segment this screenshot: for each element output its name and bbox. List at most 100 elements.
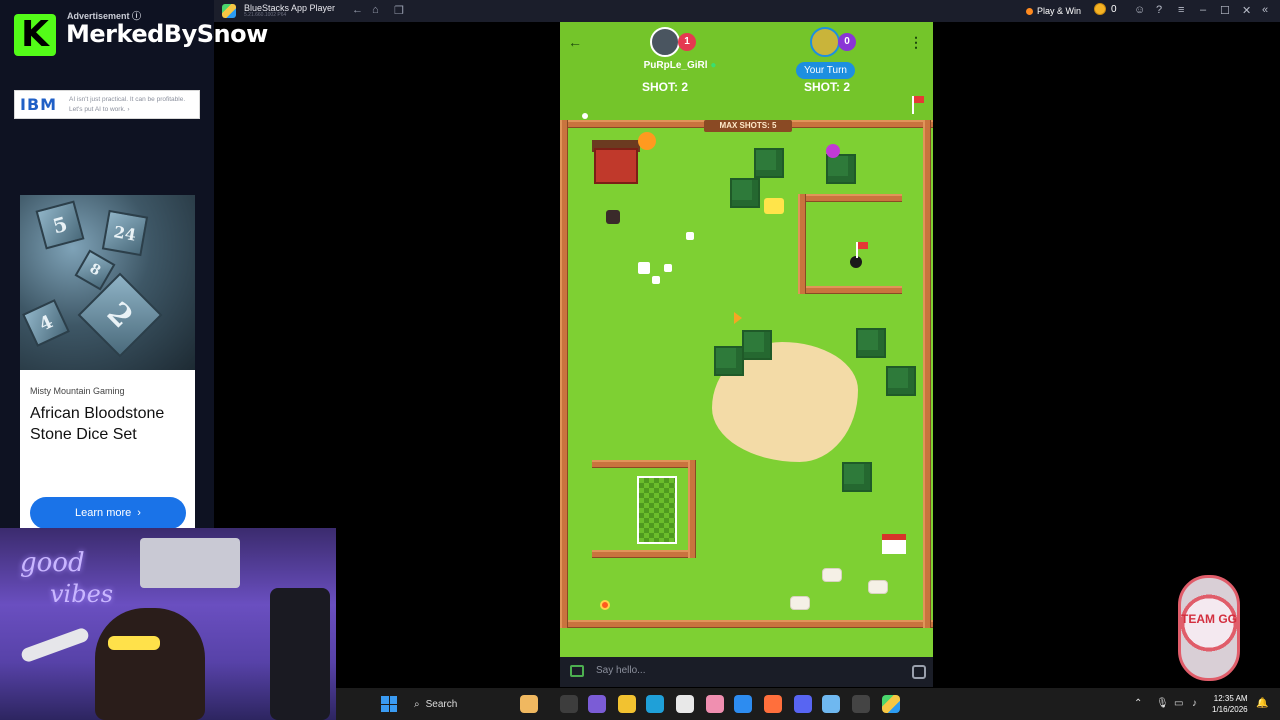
back-arrow-icon[interactable]: ← [568,34,586,52]
chevron-right-icon: › [137,507,141,519]
ad-brand: Misty Mountain Gaming [30,386,125,396]
dice-image: 5 24 8 2 4 [20,195,195,370]
chat-icon[interactable] [570,665,584,677]
home-icon[interactable]: ⌂ [372,4,379,16]
store-icon[interactable] [676,695,694,713]
player1-name: PuRpLe_GiRl ● [643,60,717,71]
team-gg-sticker: TEAM GG [1178,575,1240,681]
bluestacks-taskbar-icon[interactable] [882,695,900,713]
taskbar-search[interactable]: ⌕ Search [406,694,536,714]
tree-icon [730,178,760,208]
windows-start-icon[interactable] [381,696,397,712]
maximize-icon[interactable]: ☐ [1220,4,1230,17]
mic-icon[interactable]: 🎙 [1156,698,1169,709]
task-view-icon[interactable] [560,695,578,713]
ad-product-title: African Bloodstone Stone Dice Set [30,405,165,443]
sticker-icon[interactable] [912,665,926,679]
streamer-name: MerkedBySnow [66,20,268,48]
play-win-icon [1026,7,1033,15]
rooster-icon [606,210,620,224]
file-explorer-icon[interactable] [618,695,636,713]
player2-avatar [810,27,840,57]
ad-sidebar: Advertisement ⓘ IBM AI isn't just practi… [0,0,214,529]
chick-group-icon [764,198,784,214]
sheep-icon [790,596,810,610]
kebab-menu-icon[interactable]: ⋮ [908,34,924,52]
progress-ball-icon [582,113,588,119]
minimize-icon[interactable]: – [1200,4,1206,16]
fence-bottom [560,620,933,628]
tee-fence-right [688,460,696,558]
notification-icon[interactable]: 🔔 [1256,698,1268,709]
learn-more-button[interactable]: Learn more › [30,497,186,529]
online-dot-icon: ● [710,60,717,71]
volume-icon[interactable]: ♪ [1192,698,1197,709]
player1-shot-count: SHOT: 2 [641,80,688,94]
chicken-icon [686,232,694,240]
office-icon[interactable] [764,695,782,713]
golf-ball[interactable] [600,600,610,610]
neon-sign-good: good [20,548,85,578]
close-icon[interactable]: ✕ [1242,4,1251,17]
tree-icon [842,462,872,492]
goal-flag-icon [914,96,924,103]
die: 2 [77,272,163,358]
player2-shot-count: SHOT: 2 [803,80,850,94]
opponent-ball-icon [826,144,840,158]
app-version: 5.21.660.1002 P64 [244,12,287,18]
hole-fence-bottom [798,286,902,294]
chicken-icon [638,262,650,274]
chat-input[interactable]: Say hello... [596,665,645,676]
tee-fence-top [592,460,696,468]
taskbar-widget-icon[interactable] [520,695,538,713]
bluestacks-icon [222,4,236,18]
sidebar-toggle-icon[interactable]: « [1262,4,1268,16]
kick-logo: K [14,14,56,56]
multi-window-icon[interactable]: ❐ [394,4,404,17]
game-header: ← ⋮ 1 PuRpLe_GiRl ● SHOT: 2 0 Your Turn … [560,22,933,120]
dice-ad-card[interactable]: 5 24 8 2 4 Misty Mountain Gaming African… [20,195,195,529]
app-icon[interactable] [706,695,724,713]
hole-fence-top [798,194,902,202]
golf-course[interactable]: MAX SHOTS: 5 [560,120,933,657]
coin-counter[interactable]: 0 [1094,3,1117,15]
back-nav-icon[interactable]: ← [352,4,363,16]
clock-time: 12:35 AM [1213,694,1248,703]
fire-icon [638,132,656,150]
golf-game-screen[interactable]: ← ⋮ 1 PuRpLe_GiRl ● SHOT: 2 0 Your Turn … [560,22,933,657]
tree-icon [826,154,856,184]
tee-mat [637,476,677,544]
notepad-icon[interactable] [822,695,840,713]
gaming-chair [270,588,330,720]
copilot-icon[interactable] [734,695,752,713]
window-title-bar: BlueStacks App Player 5.21.660.1002 P64 … [214,0,1280,22]
ibm-banner-ad[interactable]: IBM AI isn't just practical. It can be p… [14,90,200,119]
sheep-icon [822,568,842,582]
tray-chevron-icon[interactable]: ⌃ [1134,698,1142,709]
discord-icon[interactable] [794,695,812,713]
max-shots-label: MAX SHOTS: 5 [704,120,792,132]
neon-sign-vibes: vibes [50,580,114,608]
profile-avatar-icon[interactable]: ☺ [1134,4,1145,16]
sunglasses-icon [108,636,160,650]
fence-left [560,120,568,628]
taskbar-clock[interactable]: 12:35 AM 1/16/2026 [1212,693,1248,715]
chicken-icon [664,264,672,272]
streamer-silhouette [95,608,205,720]
menu-icon[interactable]: ≡ [1178,4,1184,16]
tree-icon [714,346,744,376]
aim-cursor-icon [734,312,742,324]
obs-icon[interactable] [852,695,870,713]
ibm-ad-text: AI isn't just practical. It can be profi… [69,96,186,113]
tree-icon [754,148,784,178]
hole-fence-left [798,194,806,294]
edge-icon[interactable] [646,695,664,713]
help-icon[interactable]: ? [1156,4,1162,16]
barn-icon [594,148,638,184]
tee-fence-bottom [592,550,696,558]
play-win-button[interactable]: Play & Win [1026,3,1081,19]
network-icon[interactable]: ▭ [1174,698,1183,709]
your-turn-badge: Your Turn [796,62,855,79]
teams-icon[interactable] [588,695,606,713]
windows-taskbar: ⌕ Search ⌃ 🎙 ▭ ♪ 12:35 AM 1/16/2026 🔔 [336,688,1280,720]
